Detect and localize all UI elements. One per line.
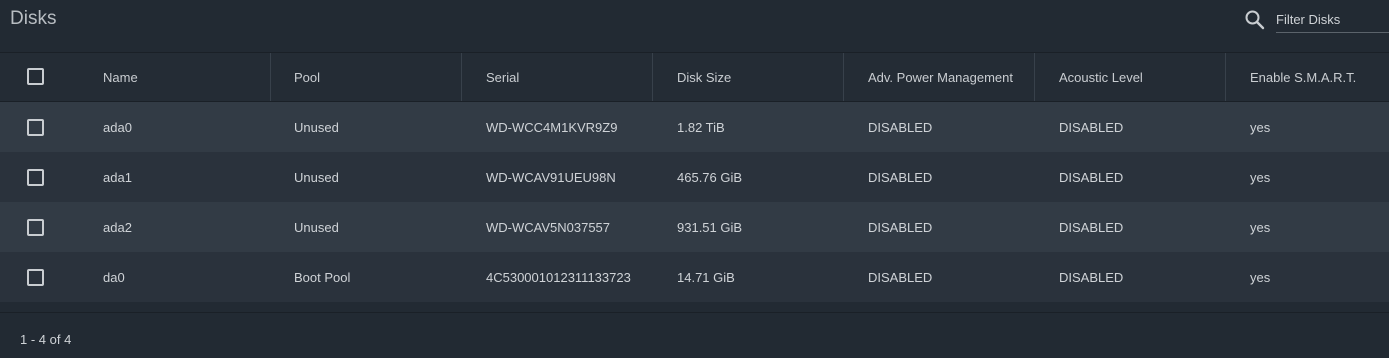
table-body: ada0 Unused WD-WCC4M1KVR9Z9 1.82 TiB DIS… <box>0 102 1389 302</box>
cell-disk-size: 931.51 GiB <box>677 219 743 235</box>
cell-name: ada2 <box>103 219 132 235</box>
cell-serial: 4C530001012311133723 <box>486 269 631 285</box>
cell-adv-power-management: DISABLED <box>868 219 933 235</box>
column-header-pool[interactable]: Pool <box>294 53 454 101</box>
select-all-checkbox[interactable] <box>27 68 44 85</box>
cell-enable-smart: yes <box>1250 219 1271 235</box>
cell-acoustic-level: DISABLED <box>1059 219 1124 235</box>
row-checkbox[interactable] <box>27 119 44 136</box>
column-header-acoustic-level[interactable]: Acoustic Level <box>1059 53 1219 101</box>
pagination-range: 1 - 4 of 4 <box>20 332 72 347</box>
cell-name: da0 <box>103 269 125 285</box>
disks-panel: Disks Name Pool Serial Disk Size Adv. Po… <box>0 0 1389 358</box>
column-header-serial[interactable]: Serial <box>486 53 637 101</box>
cell-adv-power-management: DISABLED <box>868 169 933 185</box>
cell-adv-power-management: DISABLED <box>868 269 933 285</box>
table-row[interactable]: da0 Boot Pool 4C530001012311133723 14.71… <box>0 252 1389 302</box>
column-divider[interactable] <box>461 53 462 101</box>
column-header-name[interactable]: Name <box>103 53 263 101</box>
cell-enable-smart: yes <box>1250 119 1271 135</box>
cell-disk-size: 1.82 TiB <box>677 119 725 135</box>
cell-name: ada0 <box>103 119 132 135</box>
column-header-disk-size[interactable]: Disk Size <box>677 53 837 101</box>
filter-disks-input[interactable] <box>1276 6 1389 33</box>
cell-pool: Unused <box>294 119 339 135</box>
page-title: Disks <box>10 8 57 29</box>
cell-acoustic-level: DISABLED <box>1059 169 1124 185</box>
table-footer: 1 - 4 of 4 <box>0 312 1389 358</box>
column-header-adv-power-management[interactable]: Adv. Power Management <box>868 53 1028 101</box>
cell-name: ada1 <box>103 169 132 185</box>
column-divider[interactable] <box>1034 53 1035 101</box>
cell-pool: Unused <box>294 169 339 185</box>
column-divider[interactable] <box>652 53 653 101</box>
column-divider[interactable] <box>843 53 844 101</box>
table-row[interactable]: ada1 Unused WD-WCAV91UEU98N 465.76 GiB D… <box>0 152 1389 202</box>
cell-serial: WD-WCAV91UEU98N <box>486 169 616 185</box>
cell-disk-size: 14.71 GiB <box>677 269 735 285</box>
cell-pool: Unused <box>294 219 339 235</box>
cell-acoustic-level: DISABLED <box>1059 269 1124 285</box>
row-checkbox[interactable] <box>27 219 44 236</box>
column-header-enable-smart[interactable]: Enable S.M.A.R.T. <box>1250 53 1389 101</box>
search-icon[interactable] <box>1244 9 1266 31</box>
cell-adv-power-management: DISABLED <box>868 119 933 135</box>
cell-serial: WD-WCAV5N037557 <box>486 219 611 235</box>
panel-header: Disks <box>0 0 1389 53</box>
cell-enable-smart: yes <box>1250 269 1271 285</box>
table-header: Name Pool Serial Disk Size Adv. Power Ma… <box>0 53 1389 102</box>
table-row[interactable]: ada0 Unused WD-WCC4M1KVR9Z9 1.82 TiB DIS… <box>0 102 1389 152</box>
cell-pool: Boot Pool <box>294 269 351 285</box>
row-checkbox[interactable] <box>27 269 44 286</box>
cell-acoustic-level: DISABLED <box>1059 119 1124 135</box>
table-row[interactable]: ada2 Unused WD-WCAV5N037557 931.51 GiB D… <box>0 202 1389 252</box>
cell-disk-size: 465.76 GiB <box>677 169 743 185</box>
row-checkbox[interactable] <box>27 169 44 186</box>
column-divider[interactable] <box>270 53 271 101</box>
column-divider[interactable] <box>1225 53 1226 101</box>
cell-serial: WD-WCC4M1KVR9Z9 <box>486 119 618 135</box>
cell-enable-smart: yes <box>1250 169 1271 185</box>
